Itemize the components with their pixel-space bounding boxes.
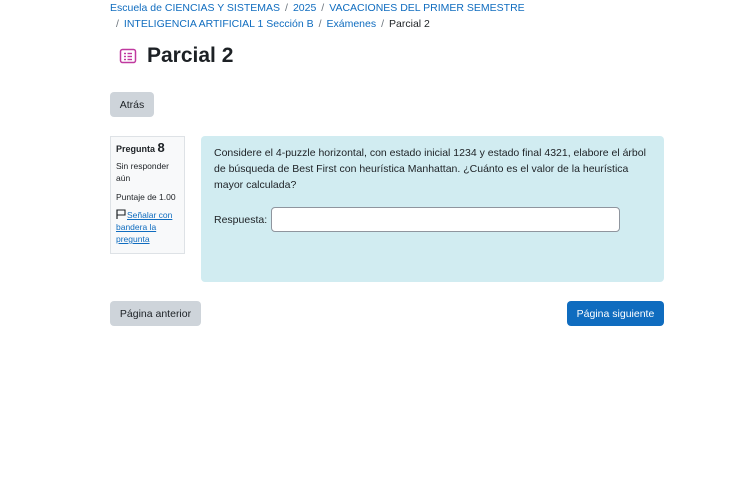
breadcrumb-separator: / bbox=[321, 2, 325, 14]
breadcrumb-link-school[interactable]: Escuela de CIENCIAS Y SISTEMAS bbox=[110, 2, 280, 14]
breadcrumb: Escuela de CIENCIAS Y SISTEMAS/2025/VACA… bbox=[110, 0, 730, 32]
answer-label: Respuesta: bbox=[214, 213, 268, 226]
breadcrumb-separator: / bbox=[318, 18, 322, 30]
breadcrumb-separator: / bbox=[381, 18, 385, 30]
next-page-button[interactable]: Página siguiente bbox=[567, 301, 664, 326]
flag-icon bbox=[116, 209, 126, 219]
breadcrumb-separator: / bbox=[116, 18, 119, 30]
quiz-icon bbox=[119, 47, 137, 65]
breadcrumb-current: Parcial 2 bbox=[389, 18, 430, 30]
flag-question-link[interactable]: Señalar con bandera la pregunta bbox=[116, 209, 179, 245]
question-number-value: 8 bbox=[157, 140, 165, 155]
answer-row: Respuesta: bbox=[214, 207, 651, 232]
question-number-label: Pregunta bbox=[116, 144, 156, 154]
page-header: Parcial 2 bbox=[119, 44, 233, 68]
question-text: Considere el 4-puzzle horizontal, con es… bbox=[214, 147, 646, 191]
breadcrumb-separator: / bbox=[285, 2, 288, 14]
breadcrumb-link-exams[interactable]: Exámenes bbox=[327, 18, 377, 30]
breadcrumb-link-year[interactable]: 2025 bbox=[293, 2, 316, 14]
breadcrumb-link-semester[interactable]: VACACIONES DEL PRIMER SEMESTRE bbox=[329, 2, 524, 14]
question-number: Pregunta 8 bbox=[116, 140, 179, 155]
previous-page-button[interactable]: Página anterior bbox=[110, 301, 201, 326]
question-content: Considere el 4-puzzle horizontal, con es… bbox=[201, 136, 664, 282]
back-button[interactable]: Atrás bbox=[110, 92, 154, 117]
breadcrumb-link-course[interactable]: INTELIGENCIA ARTIFICIAL 1 Sección B bbox=[124, 18, 314, 30]
question-grade: Puntaje de 1.00 bbox=[116, 192, 176, 202]
page-title: Parcial 2 bbox=[147, 44, 234, 67]
answer-input[interactable] bbox=[271, 207, 621, 232]
question-info-panel: Pregunta 8 Sin responder aún Puntaje de … bbox=[110, 136, 185, 254]
question-state: Sin responder aún bbox=[116, 161, 169, 183]
